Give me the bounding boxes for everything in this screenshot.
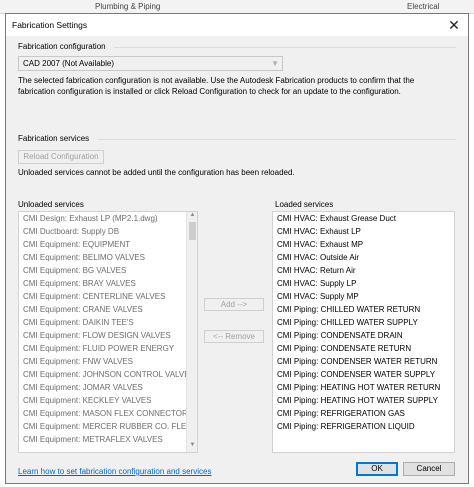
ok-button[interactable]: OK — [356, 462, 398, 476]
unloaded-list-scrollbar[interactable]: ▲ ▼ — [186, 212, 197, 452]
list-item[interactable]: CMI Equipment: KECKLEY VALVES — [19, 394, 197, 407]
fabrication-settings-dialog: Fabrication Settings ✕ Fabrication confi… — [5, 13, 469, 484]
list-item[interactable]: CMI Equipment: FLUID POWER ENERGY — [19, 342, 197, 355]
unloaded-services-list[interactable]: CMI Design: Exhaust LP (MP2.1.dwg) CMI Du… — [18, 211, 198, 453]
configuration-message-line-2: fabrication configuration is installed o… — [18, 87, 401, 96]
background-tab-plumbing: Plumbing & Piping — [95, 2, 161, 11]
loaded-services-list[interactable]: CMI HVAC: Exhaust Grease Duct CMI HVAC: E… — [272, 211, 455, 453]
list-item[interactable]: CMI Equipment: BRAY VALVES — [19, 277, 197, 290]
list-item[interactable]: CMI Piping: REFRIGERATION LIQUID — [273, 420, 454, 433]
services-divider — [98, 139, 456, 140]
loaded-services-label: Loaded services — [275, 200, 334, 209]
scrollbar-thumb[interactable] — [189, 222, 196, 240]
list-item[interactable]: CMI Equipment: CRANE VALVES — [19, 303, 197, 316]
list-item[interactable]: CMI HVAC: Return Air — [273, 264, 454, 277]
list-item[interactable]: CMI Piping: REFRIGERATION GAS — [273, 407, 454, 420]
unloaded-services-label: Unloaded services — [18, 200, 84, 209]
scroll-up-icon[interactable]: ▲ — [187, 212, 197, 222]
dialog-title: Fabrication Settings — [12, 20, 88, 30]
list-item[interactable]: CMI Equipment: BG VALVES — [19, 264, 197, 277]
list-item[interactable]: CMI HVAC: Outside Air — [273, 251, 454, 264]
list-item[interactable]: CMI Piping: HEATING HOT WATER SUPPLY — [273, 394, 454, 407]
list-item[interactable]: CMI Piping: CONDENSER WATER SUPPLY — [273, 368, 454, 381]
list-item[interactable]: CMI Design: Exhaust LP (MP2.1.dwg) — [19, 212, 197, 225]
add-service-button[interactable]: Add --> — [204, 298, 264, 311]
services-note: Unloaded services cannot be added until … — [18, 168, 295, 177]
list-item[interactable]: CMI Equipment: METRAFLEX VALVES — [19, 433, 197, 446]
chevron-down-icon: ▼ — [271, 59, 279, 68]
configuration-dropdown[interactable]: CAD 2007 (Not Available) ▼ — [18, 56, 283, 71]
configuration-divider — [114, 47, 456, 48]
list-item[interactable]: CMI Equipment: FLOW DESIGN VALVES — [19, 329, 197, 342]
services-section-label: Fabrication services — [18, 134, 90, 143]
list-item[interactable]: CMI Equipment: MASON FLEX CONNECTORS — [19, 407, 197, 420]
background-app-header: Plumbing & Piping Electrical — [0, 0, 474, 14]
list-item[interactable]: CMI Piping: CONDENSATE DRAIN — [273, 329, 454, 342]
list-item[interactable]: CMI Equipment: DAIKIN TEE'S — [19, 316, 197, 329]
close-icon[interactable]: ✕ — [446, 17, 462, 33]
list-item[interactable]: CMI Piping: CHILLED WATER SUPPLY — [273, 316, 454, 329]
configuration-dropdown-value: CAD 2007 (Not Available) — [23, 59, 115, 68]
list-item[interactable]: CMI Equipment: EQUIPMENT — [19, 238, 197, 251]
scroll-down-icon[interactable]: ▼ — [187, 442, 197, 452]
remove-service-button[interactable]: <-- Remove — [204, 330, 264, 343]
list-item[interactable]: CMI HVAC: Exhaust MP — [273, 238, 454, 251]
dialog-body: Fabrication configuration CAD 2007 (Not … — [6, 36, 468, 461]
configuration-section-label: Fabrication configuration — [18, 42, 106, 51]
dialog-titlebar: Fabrication Settings ✕ — [6, 14, 468, 36]
background-tab-electrical: Electrical — [407, 2, 440, 11]
list-item[interactable]: CMI Piping: HEATING HOT WATER RETURN — [273, 381, 454, 394]
list-item[interactable]: CMI Equipment: MERCER RUBBER CO. FLEX CO — [19, 420, 197, 433]
list-item[interactable]: CMI HVAC: Supply LP — [273, 277, 454, 290]
configuration-message-line-1: The selected fabrication configuration i… — [18, 76, 415, 85]
reload-configuration-button[interactable]: Reload Configuration — [18, 150, 104, 164]
help-link[interactable]: Learn how to set fabrication configurati… — [18, 467, 211, 476]
list-item[interactable]: CMI HVAC: Exhaust LP — [273, 225, 454, 238]
list-item[interactable]: CMI Equipment: JOHNSON CONTROL VALVES — [19, 368, 197, 381]
list-item[interactable]: CMI Equipment: JOMAR VALVES — [19, 381, 197, 394]
list-item[interactable]: CMI Equipment: CENTERLINE VALVES — [19, 290, 197, 303]
list-item[interactable]: CMI Piping: CONDENSER WATER RETURN — [273, 355, 454, 368]
list-item[interactable]: CMI Equipment: BELIMO VALVES — [19, 251, 197, 264]
cancel-button[interactable]: Cancel — [403, 462, 455, 476]
list-item[interactable]: CMI HVAC: Exhaust Grease Duct — [273, 212, 454, 225]
list-item[interactable]: CMI Ductboard: Supply DB — [19, 225, 197, 238]
list-item[interactable]: CMI HVAC: Supply MP — [273, 290, 454, 303]
list-item[interactable]: CMI Piping: CHILLED WATER RETURN — [273, 303, 454, 316]
list-item[interactable]: CMI Equipment: FNW VALVES — [19, 355, 197, 368]
list-item[interactable]: CMI Piping: CONDENSATE RETURN — [273, 342, 454, 355]
